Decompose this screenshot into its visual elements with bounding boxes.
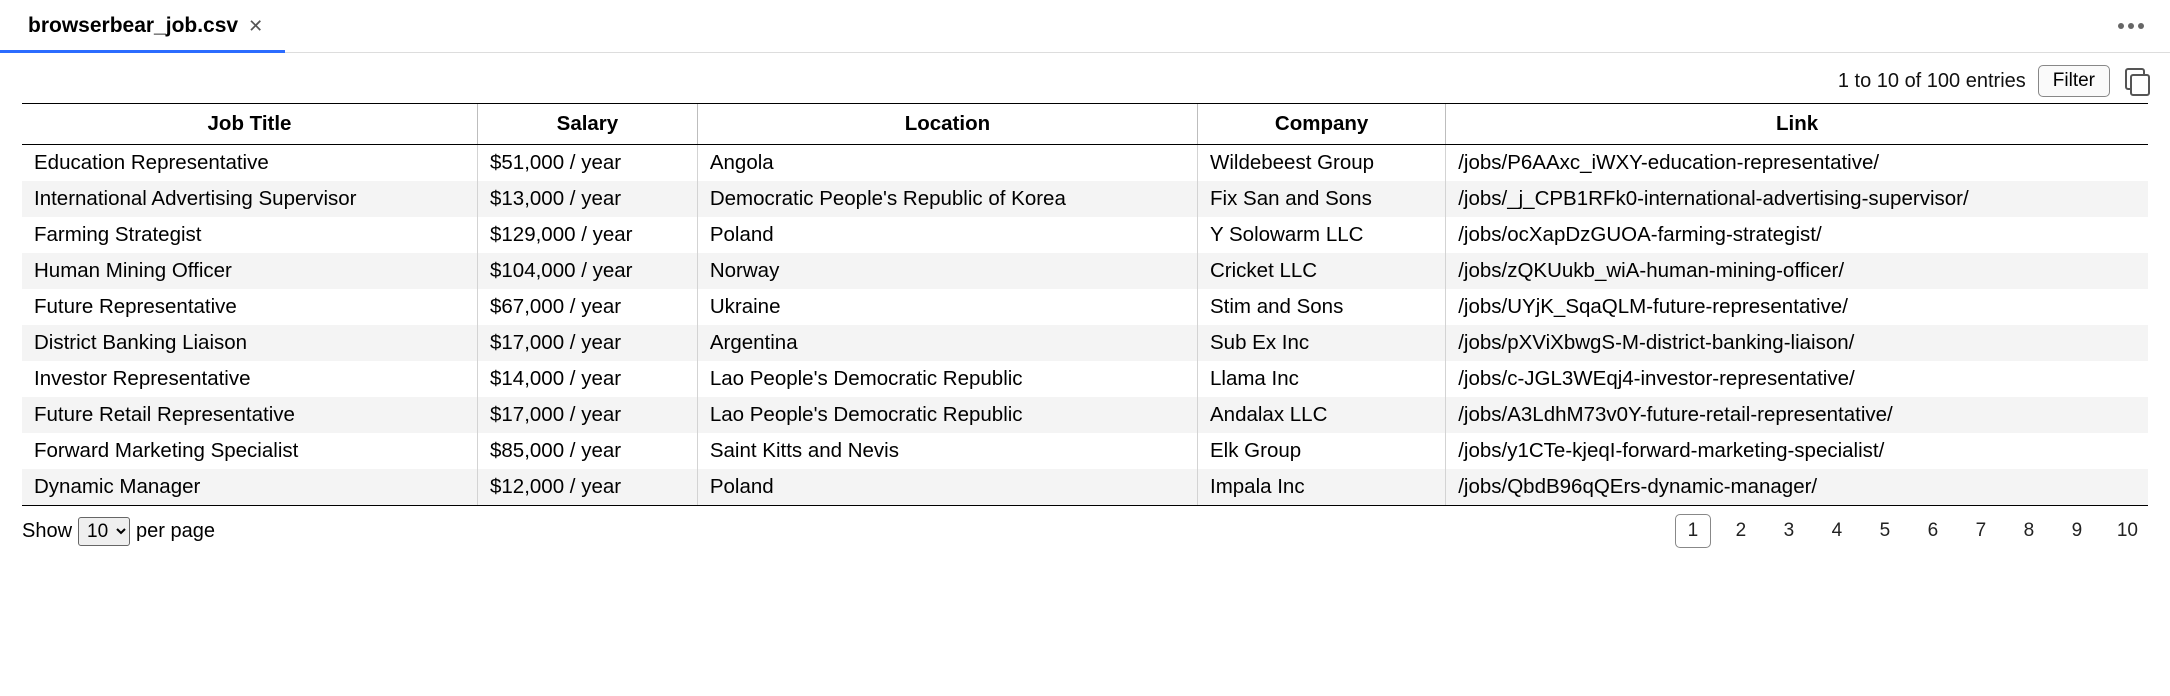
cell-company: Elk Group xyxy=(1198,433,1446,469)
cell-salary: $104,000 / year xyxy=(478,253,698,289)
cell-company: Fix San and Sons xyxy=(1198,181,1446,217)
cell-location: Lao People's Democratic Republic xyxy=(697,397,1197,433)
cell-salary: $13,000 / year xyxy=(478,181,698,217)
cell-company: Llama Inc xyxy=(1198,361,1446,397)
cell-company: Stim and Sons xyxy=(1198,289,1446,325)
cell-title: Forward Marketing Specialist xyxy=(22,433,478,469)
cell-salary: $85,000 / year xyxy=(478,433,698,469)
page-button-5[interactable]: 5 xyxy=(1867,514,1903,548)
page-button-10[interactable]: 10 xyxy=(2107,514,2148,548)
page-button-3[interactable]: 3 xyxy=(1771,514,1807,548)
cell-title: International Advertising Supervisor xyxy=(22,181,478,217)
col-job-title[interactable]: Job Title xyxy=(22,104,478,145)
col-company[interactable]: Company xyxy=(1198,104,1446,145)
more-icon[interactable] xyxy=(2112,17,2150,35)
page-size-select[interactable]: 10 xyxy=(78,517,130,546)
cell-salary: $51,000 / year xyxy=(478,145,698,182)
cell-location: Poland xyxy=(697,217,1197,253)
table-footer: Show 10 per page 123456789 10 xyxy=(22,514,2148,548)
cell-salary: $17,000 / year xyxy=(478,397,698,433)
cell-title: Dynamic Manager xyxy=(22,469,478,506)
tab-bar: browserbear_job.csv ✕ xyxy=(0,0,2170,53)
cell-link: /jobs/UYjK_SqaQLM-future-representative/ xyxy=(1446,289,2148,325)
cell-link: /jobs/A3LdhM73v0Y-future-retail-represen… xyxy=(1446,397,2148,433)
table-row: Human Mining Officer$104,000 / yearNorwa… xyxy=(22,253,2148,289)
cell-link: /jobs/c-JGL3WEqj4-investor-representativ… xyxy=(1446,361,2148,397)
cell-location: Argentina xyxy=(697,325,1197,361)
cell-link: /jobs/ocXapDzGUOA-farming-strategist/ xyxy=(1446,217,2148,253)
cell-salary: $12,000 / year xyxy=(478,469,698,506)
cell-location: Poland xyxy=(697,469,1197,506)
cell-title: Human Mining Officer xyxy=(22,253,478,289)
per-page-label: per page xyxy=(136,520,215,543)
page-size-control: Show 10 per page xyxy=(22,517,215,546)
show-label: Show xyxy=(22,520,72,543)
page-button-6[interactable]: 6 xyxy=(1915,514,1951,548)
content-area: 1 to 10 of 100 entries Filter Job Title … xyxy=(0,53,2170,566)
table-row: Forward Marketing Specialist$85,000 / ye… xyxy=(22,433,2148,469)
cell-link: /jobs/_j_CPB1RFk0-international-advertis… xyxy=(1446,181,2148,217)
cell-link: /jobs/zQKUukb_wiA-human-mining-officer/ xyxy=(1446,253,2148,289)
cell-location: Angola xyxy=(697,145,1197,182)
cell-company: Wildebeest Group xyxy=(1198,145,1446,182)
cell-salary: $67,000 / year xyxy=(478,289,698,325)
cell-company: Impala Inc xyxy=(1198,469,1446,506)
cell-location: Democratic People's Republic of Korea xyxy=(697,181,1197,217)
col-location[interactable]: Location xyxy=(697,104,1197,145)
col-link[interactable]: Link xyxy=(1446,104,2148,145)
cell-salary: $129,000 / year xyxy=(478,217,698,253)
cell-title: Investor Representative xyxy=(22,361,478,397)
cell-link: /jobs/P6AAxc_iWXY-education-representati… xyxy=(1446,145,2148,182)
cell-salary: $14,000 / year xyxy=(478,361,698,397)
cell-company: Y Solowarm LLC xyxy=(1198,217,1446,253)
table-row: Future Retail Representative$17,000 / ye… xyxy=(22,397,2148,433)
cell-location: Lao People's Democratic Republic xyxy=(697,361,1197,397)
page-button-8[interactable]: 8 xyxy=(2011,514,2047,548)
table-row: Dynamic Manager$12,000 / yearPolandImpal… xyxy=(22,469,2148,506)
cell-salary: $17,000 / year xyxy=(478,325,698,361)
table-row: Farming Strategist$129,000 / yearPolandY… xyxy=(22,217,2148,253)
cell-title: Future Representative xyxy=(22,289,478,325)
cell-company: Andalax LLC xyxy=(1198,397,1446,433)
cell-title: Education Representative xyxy=(22,145,478,182)
cell-location: Ukraine xyxy=(697,289,1197,325)
table-toolbar: 1 to 10 of 100 entries Filter xyxy=(22,65,2148,97)
page-button-1[interactable]: 1 xyxy=(1675,514,1711,548)
cell-link: /jobs/pXViXbwgS-M-district-banking-liais… xyxy=(1446,325,2148,361)
cell-company: Cricket LLC xyxy=(1198,253,1446,289)
cell-link: /jobs/QbdB96qQErs-dynamic-manager/ xyxy=(1446,469,2148,506)
col-salary[interactable]: Salary xyxy=(478,104,698,145)
table-row: Education Representative$51,000 / yearAn… xyxy=(22,145,2148,182)
tab-active[interactable]: browserbear_job.csv ✕ xyxy=(0,0,285,53)
tab-group: browserbear_job.csv ✕ xyxy=(0,0,285,52)
close-icon[interactable]: ✕ xyxy=(248,16,263,37)
cell-company: Sub Ex Inc xyxy=(1198,325,1446,361)
entries-status: 1 to 10 of 100 entries xyxy=(1838,70,2026,93)
cell-title: District Banking Liaison xyxy=(22,325,478,361)
page-button-9[interactable]: 9 xyxy=(2059,514,2095,548)
filter-button[interactable]: Filter xyxy=(2038,65,2110,97)
table-row: District Banking Liaison$17,000 / yearAr… xyxy=(22,325,2148,361)
cell-title: Farming Strategist xyxy=(22,217,478,253)
copy-icon[interactable] xyxy=(2122,68,2148,94)
data-table: Job Title Salary Location Company Link E… xyxy=(22,103,2148,506)
cell-location: Norway xyxy=(697,253,1197,289)
page-button-4[interactable]: 4 xyxy=(1819,514,1855,548)
cell-location: Saint Kitts and Nevis xyxy=(697,433,1197,469)
table-row: International Advertising Supervisor$13,… xyxy=(22,181,2148,217)
page-button-2[interactable]: 2 xyxy=(1723,514,1759,548)
cell-title: Future Retail Representative xyxy=(22,397,478,433)
table-row: Future Representative$67,000 / yearUkrai… xyxy=(22,289,2148,325)
table-row: Investor Representative$14,000 / yearLao… xyxy=(22,361,2148,397)
header-row: Job Title Salary Location Company Link xyxy=(22,104,2148,145)
page-button-7[interactable]: 7 xyxy=(1963,514,1999,548)
pager: 123456789 10 xyxy=(1675,514,2148,548)
cell-link: /jobs/y1CTe-kjeqI-forward-marketing-spec… xyxy=(1446,433,2148,469)
tab-title: browserbear_job.csv xyxy=(28,14,238,38)
